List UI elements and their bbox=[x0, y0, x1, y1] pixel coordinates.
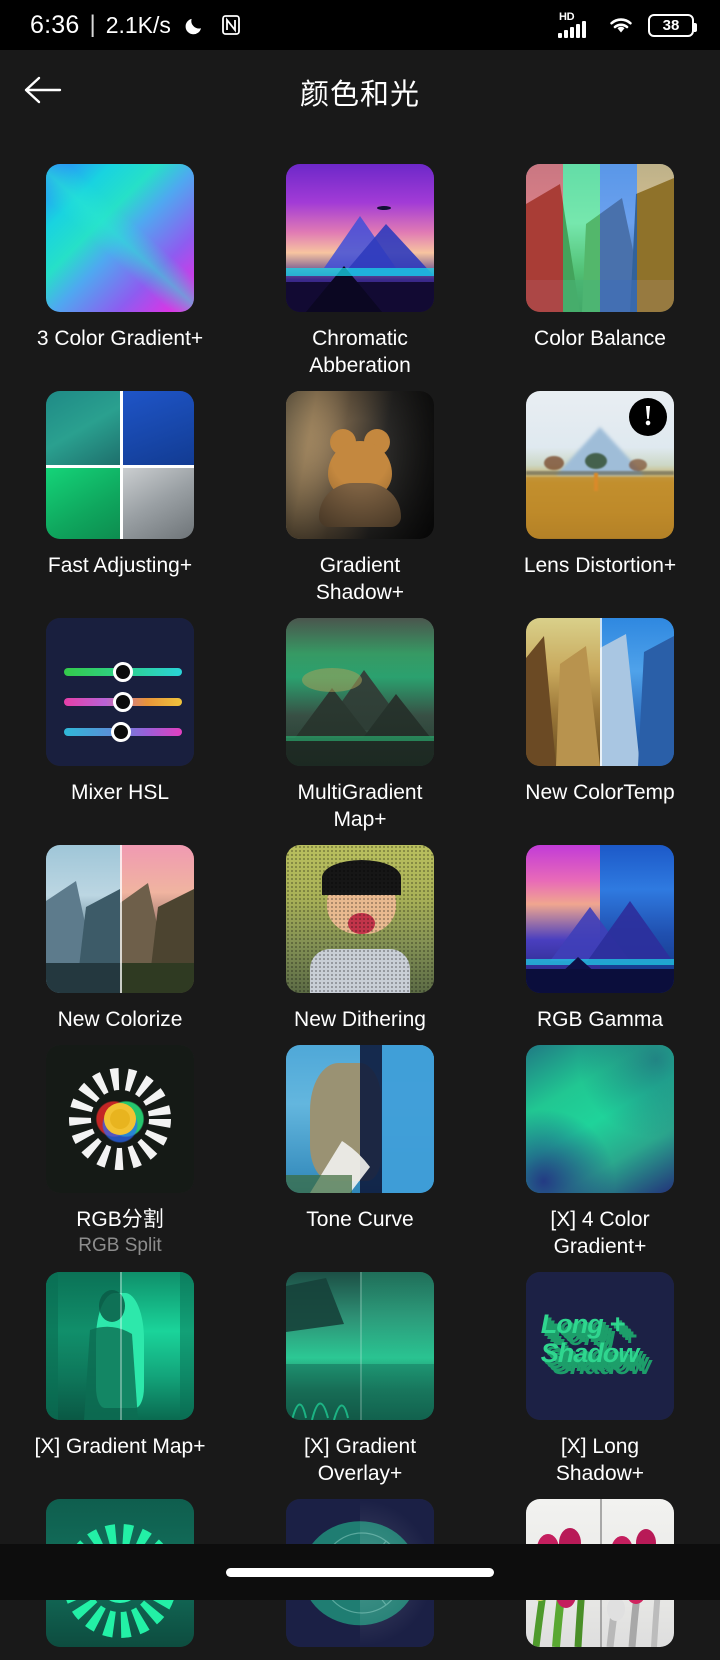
effect-item-rgb-split[interactable]: RGB分割 RGB Split bbox=[0, 1033, 240, 1260]
effect-item-fast-adjusting-plus[interactable]: Fast Adjusting+ bbox=[0, 379, 240, 606]
warning-badge-icon: ! bbox=[629, 398, 667, 436]
effect-label: [X] 4 Color Gradient+ bbox=[550, 1208, 650, 1258]
effect-label: [X] Long Shadow+ bbox=[555, 1435, 645, 1485]
effect-thumbnail bbox=[286, 1045, 434, 1193]
effect-label: Gradient Shadow+ bbox=[315, 554, 405, 604]
effect-thumbnail bbox=[286, 618, 434, 766]
effect-thumbnail bbox=[46, 845, 194, 993]
effect-label: [X] Gradient Overlay+ bbox=[303, 1435, 417, 1485]
effect-label: MultiGradient Map+ bbox=[297, 781, 423, 831]
effect-item-x-gradient-map-plus[interactable]: [X] Gradient Map+ bbox=[0, 1260, 240, 1487]
effect-thumbnail bbox=[286, 164, 434, 312]
back-arrow-icon bbox=[22, 73, 64, 112]
effect-item-x-long-shadow-plus[interactable]: Long + Shadow [X] Long Shadow+ bbox=[480, 1260, 720, 1487]
effect-label: New Dithering bbox=[294, 1008, 426, 1031]
status-separator: | bbox=[89, 11, 96, 38]
effect-label: Tone Curve bbox=[306, 1208, 414, 1231]
effect-thumbnail bbox=[286, 845, 434, 993]
effect-item-rgb-gamma[interactable]: RGB Gamma bbox=[480, 833, 720, 1033]
effect-label: [X] Gradient Map+ bbox=[34, 1435, 206, 1458]
effect-item-new-colorize[interactable]: New Colorize bbox=[0, 833, 240, 1033]
home-gesture-pill[interactable] bbox=[226, 1567, 494, 1577]
effect-label: Color Balance bbox=[534, 327, 666, 350]
effect-label: 3 Color Gradient+ bbox=[36, 327, 204, 350]
effect-thumbnail bbox=[46, 1272, 194, 1420]
effect-label: New ColorTemp bbox=[525, 781, 675, 804]
signal-bars-icon: HD bbox=[558, 11, 594, 38]
effect-sublabel: RGB Split bbox=[78, 1235, 162, 1256]
status-bar: 6:36 | 2.1K/s HD 38 bbox=[0, 0, 720, 50]
effects-grid: 3 Color Gradient+ Chromatic Abberation C… bbox=[0, 134, 720, 1660]
effect-thumbnail bbox=[46, 1045, 194, 1193]
effect-thumbnail bbox=[286, 1272, 434, 1420]
moon-icon bbox=[184, 14, 206, 36]
navigation-bar bbox=[0, 1544, 720, 1600]
effect-thumbnail bbox=[526, 845, 674, 993]
effect-item-x-gradient-overlay-plus[interactable]: [X] Gradient Overlay+ bbox=[240, 1260, 480, 1487]
battery-level-label: 38 bbox=[662, 16, 680, 34]
long-shadow-line1: Long + bbox=[540, 1309, 625, 1340]
effect-item-x-4-color-gradient-plus[interactable]: [X] 4 Color Gradient+ bbox=[480, 1033, 720, 1260]
effect-item-color-balance[interactable]: Color Balance bbox=[480, 152, 720, 379]
status-time: 6:36 bbox=[30, 10, 80, 39]
effect-label: New Colorize bbox=[57, 1008, 183, 1031]
effect-label: RGB Gamma bbox=[536, 1008, 664, 1031]
effect-item-lens-distortion-plus[interactable]: ! Lens Distortion+ bbox=[480, 379, 720, 606]
effect-label: Fast Adjusting+ bbox=[47, 554, 193, 577]
effect-thumbnail bbox=[46, 164, 194, 312]
warning-badge-label: ! bbox=[643, 401, 653, 432]
effect-thumbnail bbox=[526, 164, 674, 312]
effect-item-gradient-shadow-plus[interactable]: Gradient Shadow+ bbox=[240, 379, 480, 606]
effect-item-chromatic-abberation[interactable]: Chromatic Abberation bbox=[240, 152, 480, 379]
effect-thumbnail: ! bbox=[526, 391, 674, 539]
network-speed-label: 2.1K/s bbox=[105, 11, 171, 38]
nfc-icon bbox=[221, 14, 241, 36]
effect-thumbnail bbox=[526, 618, 674, 766]
back-button[interactable] bbox=[8, 57, 78, 127]
effect-thumbnail bbox=[46, 391, 194, 539]
effect-item-new-colortemp[interactable]: New ColorTemp bbox=[480, 606, 720, 833]
long-shadow-text: Long + Shadow bbox=[541, 1310, 665, 1368]
battery-icon: 38 bbox=[648, 13, 697, 37]
wifi-icon bbox=[606, 13, 636, 37]
app-bar: 颜色和光 bbox=[0, 50, 720, 134]
page-title: 颜色和光 bbox=[299, 79, 420, 111]
effect-label: Lens Distortion+ bbox=[523, 554, 677, 577]
status-bar-left: 6:36 | 2.1K/s bbox=[30, 11, 241, 40]
effect-item-tone-curve[interactable]: Tone Curve bbox=[240, 1033, 480, 1260]
effect-item-mixer-hsl[interactable]: Mixer HSL bbox=[0, 606, 240, 833]
effect-label: Mixer HSL bbox=[70, 781, 170, 804]
effect-item-3-color-gradient-plus[interactable]: 3 Color Gradient+ bbox=[0, 152, 240, 379]
effect-label: RGB分割 bbox=[76, 1208, 164, 1231]
effect-thumbnail bbox=[526, 1045, 674, 1193]
effect-thumbnail bbox=[286, 391, 434, 539]
long-shadow-line2: Shadow bbox=[540, 1338, 640, 1369]
effect-thumbnail: Long + Shadow bbox=[526, 1272, 674, 1420]
effect-label: Chromatic Abberation bbox=[309, 327, 411, 377]
effect-item-multigradient-map-plus[interactable]: MultiGradient Map+ bbox=[240, 606, 480, 833]
status-bar-right: HD 38 bbox=[558, 11, 697, 38]
effect-thumbnail bbox=[46, 618, 194, 766]
effect-item-new-dithering[interactable]: New Dithering bbox=[240, 833, 480, 1033]
